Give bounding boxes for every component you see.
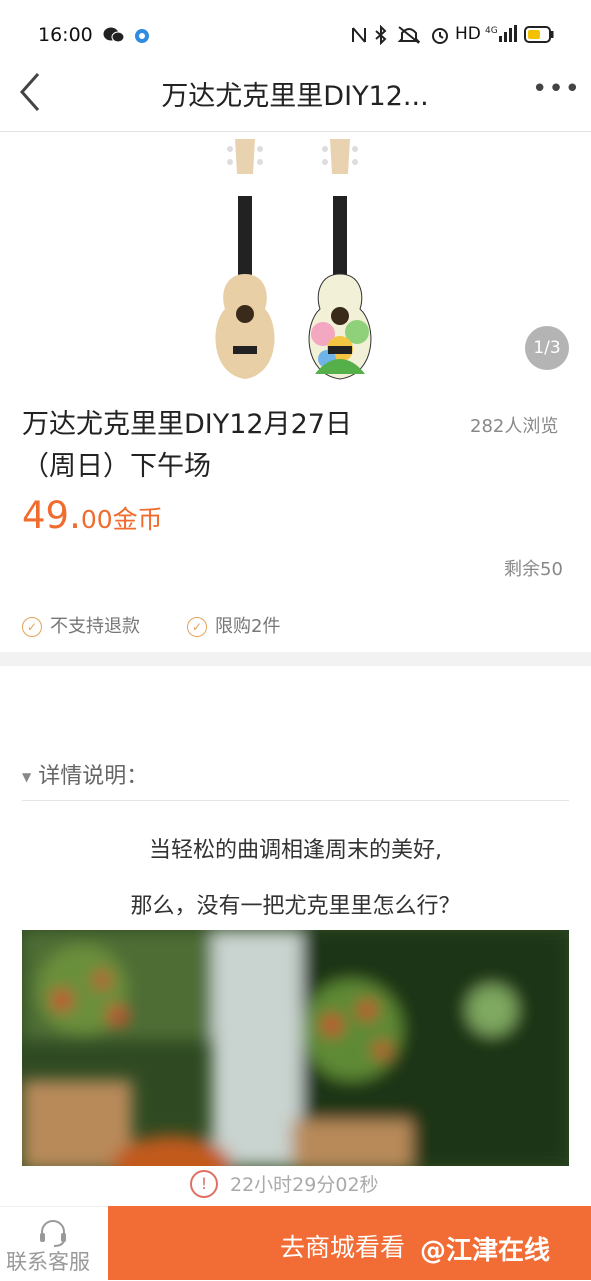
battery-icon (524, 26, 554, 43)
check-circle-icon: ✓ (187, 617, 207, 637)
status-bar: 16:00 HD 4G (0, 0, 591, 70)
chevron-left-icon (19, 73, 40, 111)
product-title-line2: （周日）下午场 (22, 451, 211, 482)
check-circle-icon: ✓ (22, 617, 42, 637)
headset-icon (40, 1220, 66, 1247)
customer-service-label: 联系客服 (6, 1250, 90, 1274)
stock-remaining: 剩余50 (504, 559, 563, 580)
countdown-text: 22小时29分02秒 (230, 1174, 379, 1196)
page-title: 万达尤克里里DIY12... (161, 81, 429, 112)
price: 49.00金币 (22, 494, 163, 537)
details-text-line1: 当轻松的曲调相逢周末的美好, (149, 838, 442, 863)
nav-divider (0, 131, 591, 132)
details-divider (22, 800, 569, 801)
tag-no-refund-label: 不支持退款 (50, 616, 140, 637)
triangle-down-icon: ▼ (22, 770, 32, 784)
section-separator (0, 652, 591, 666)
price-integer: 49. (22, 494, 81, 537)
plain-ukulele-image (215, 139, 275, 379)
details-heading[interactable]: ▼ 详情说明： (22, 758, 148, 790)
details-text-line2: 那么，没有一把尤克里里怎么行？ (130, 894, 461, 919)
painted-ukulele-image (308, 139, 372, 380)
visit-mall-label: 去商城看看 (280, 1233, 406, 1262)
view-count: 282人浏览 (470, 416, 559, 437)
product-title-line1: 万达尤克里里DIY12月27日 (22, 409, 352, 440)
tag-purchase-limit-label: 限购2件 (215, 616, 281, 637)
product-title: 万达尤克里里DIY12月27日 （周日）下午场 (22, 404, 412, 488)
tag-purchase-limit: ✓ 限购2件 (187, 612, 280, 638)
price-unit: 金币 (112, 505, 163, 534)
bluetooth-icon (375, 25, 387, 45)
product-image[interactable] (195, 134, 395, 384)
watermark-text: @江津在线 (420, 1236, 551, 1266)
alert-icon: ! (190, 1170, 218, 1198)
image-counter-badge: 1/3 (525, 326, 569, 370)
mute-icon (397, 26, 421, 44)
nfc-icon (352, 27, 366, 43)
more-options-button[interactable]: ••• (532, 74, 581, 104)
detail-photo (22, 930, 569, 1166)
app-notification-icon (135, 29, 149, 43)
status-time: 16:00 (38, 24, 93, 46)
tag-no-refund: ✓ 不支持退款 (22, 612, 140, 638)
hd-label: HD (455, 24, 481, 44)
alarm-icon (432, 28, 448, 44)
svg-text:4G: 4G (485, 26, 498, 36)
back-button[interactable] (14, 70, 54, 114)
signal-icon: 4G (485, 25, 517, 42)
wechat-icon (103, 27, 125, 43)
details-heading-label: 详情说明： (38, 764, 149, 789)
price-decimal: 00 (80, 505, 113, 534)
